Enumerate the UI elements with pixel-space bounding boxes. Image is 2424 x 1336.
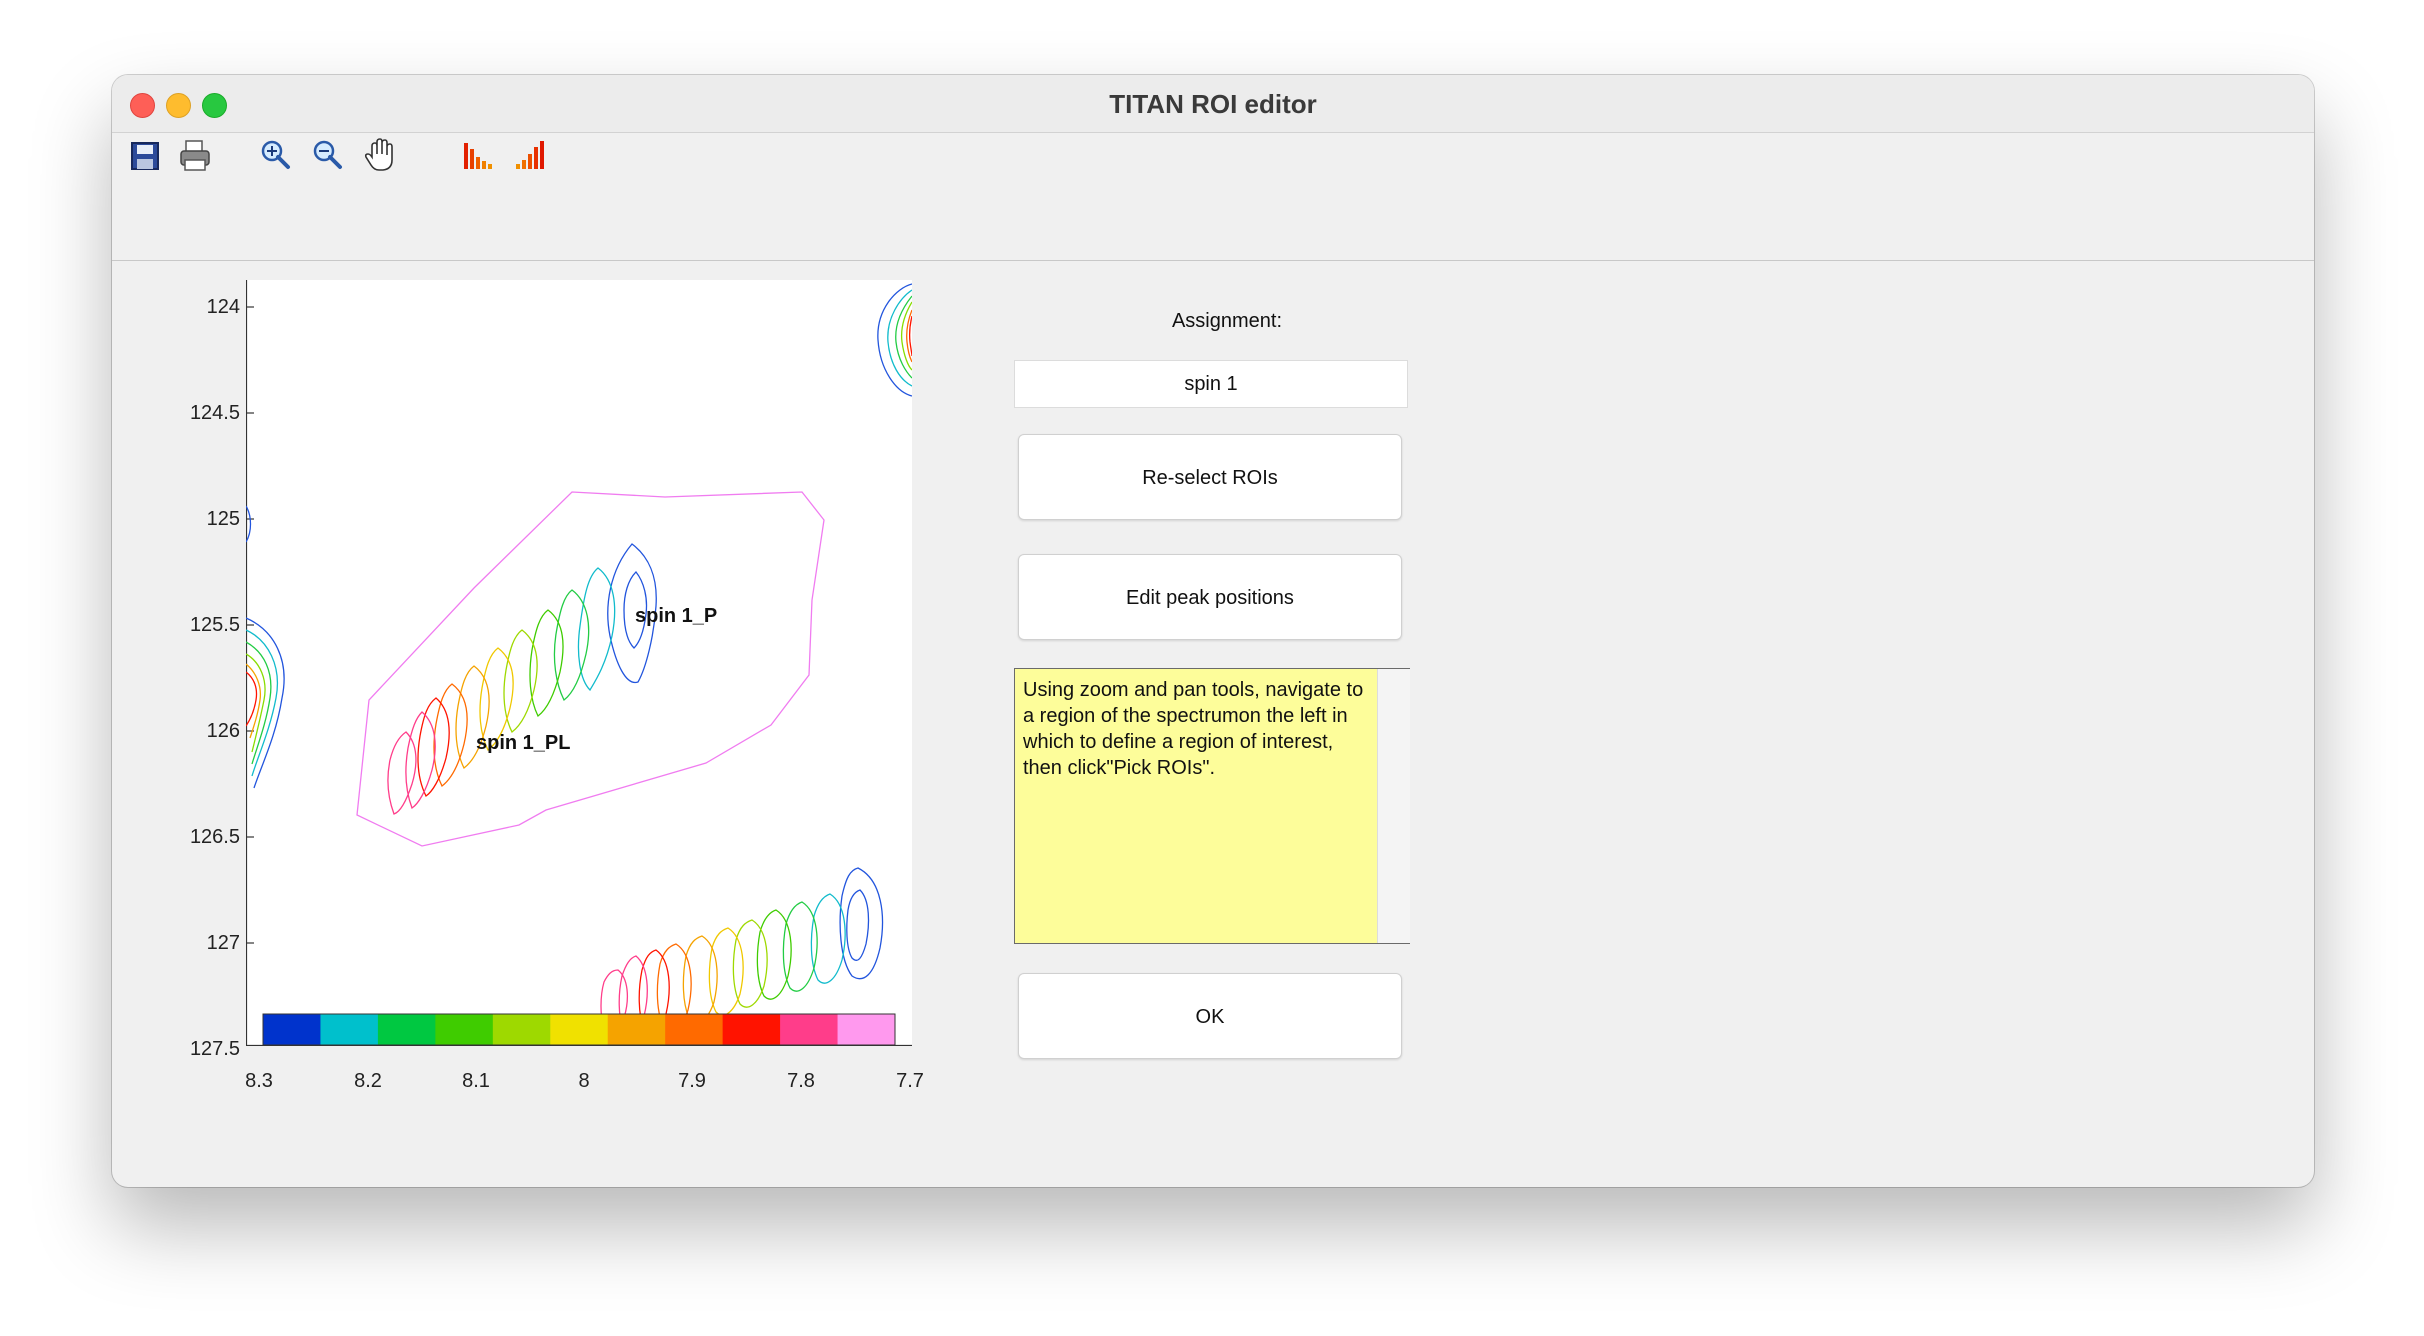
y-tick-label: 126.5 (189, 826, 240, 848)
y-tick-label: 125.5 (189, 614, 240, 636)
assignment-input[interactable]: spin 1 (1014, 360, 1408, 408)
colorbar-segment (377, 1014, 436, 1045)
contour-plot-svg: spin 1_P spin 1_PL (246, 280, 912, 1046)
reselect-rois-button[interactable]: Re-select ROIs (1018, 434, 1402, 520)
peak-label-p: spin 1_P (635, 605, 717, 627)
contour-left-edge (246, 505, 285, 789)
y-tick-label: 124.5 (189, 402, 240, 424)
x-tick-label: 8 (578, 1070, 590, 1092)
colorbar-segment (263, 1014, 321, 1045)
zoom-out-icon[interactable] (306, 133, 350, 177)
info-text: Using zoom and pan tools, navigate to a … (1015, 669, 1377, 943)
assignment-label: Assignment: (1171, 310, 1283, 332)
x-tick-label: 7.9 (678, 1070, 706, 1092)
roi-editor-window: TITAN ROI editor 124 124.5 125 125.5 126… (112, 75, 2314, 1187)
x-tick-label: 7.8 (787, 1070, 815, 1092)
peak-label-pl: spin 1_PL (476, 732, 570, 754)
x-tick-label: 8.2 (354, 1070, 382, 1092)
y-tick-label: 126 (206, 720, 240, 742)
y-tick-label: 127 (206, 932, 240, 954)
spectrum-plot[interactable]: spin 1_P spin 1_PL (246, 280, 912, 1046)
y-tick-label: 125 (206, 508, 240, 530)
colorbar-segment (607, 1014, 666, 1045)
info-textbox[interactable]: Using zoom and pan tools, navigate to a … (1014, 668, 1410, 944)
colorbar-segment (722, 1014, 781, 1045)
y-tick-label: 127.5 (189, 1038, 240, 1060)
contour-peak-series (387, 543, 657, 815)
toolbar (112, 133, 2314, 260)
ok-button[interactable]: OK (1018, 973, 1402, 1059)
contour-top-right (877, 283, 912, 397)
y-tick-label: 124 (206, 296, 240, 318)
window-title: TITAN ROI editor (1109, 89, 1317, 119)
colorbar-segment (435, 1014, 494, 1045)
signal-bars-icon[interactable] (508, 133, 552, 177)
colorbar-segment (665, 1014, 724, 1045)
roi-polygon[interactable] (356, 491, 825, 847)
colorbar-segment (837, 1014, 896, 1045)
x-tick-label: 8.1 (462, 1070, 490, 1092)
colorbar-segment (492, 1014, 551, 1045)
toolbar-divider (112, 260, 2314, 261)
x-tick-label: 8.3 (245, 1070, 273, 1092)
bar-chart-icon[interactable] (456, 133, 500, 177)
edit-peak-positions-button[interactable]: Edit peak positions (1018, 554, 1402, 640)
info-scrollbar[interactable] (1377, 669, 1410, 943)
pan-hand-icon[interactable] (358, 133, 402, 177)
x-tick-label: 7.7 (896, 1070, 924, 1092)
contour-bottom-right (600, 867, 884, 1035)
colorbar-segment (550, 1014, 609, 1045)
save-icon[interactable] (122, 133, 166, 177)
print-icon[interactable] (172, 133, 216, 177)
colorbar-segment (780, 1014, 839, 1045)
colorbar (263, 1014, 896, 1045)
colorbar-segment (320, 1014, 379, 1045)
y-axis-ticks (246, 306, 254, 944)
title-bar: TITAN ROI editor (112, 75, 2314, 133)
zoom-in-icon[interactable] (254, 133, 298, 177)
